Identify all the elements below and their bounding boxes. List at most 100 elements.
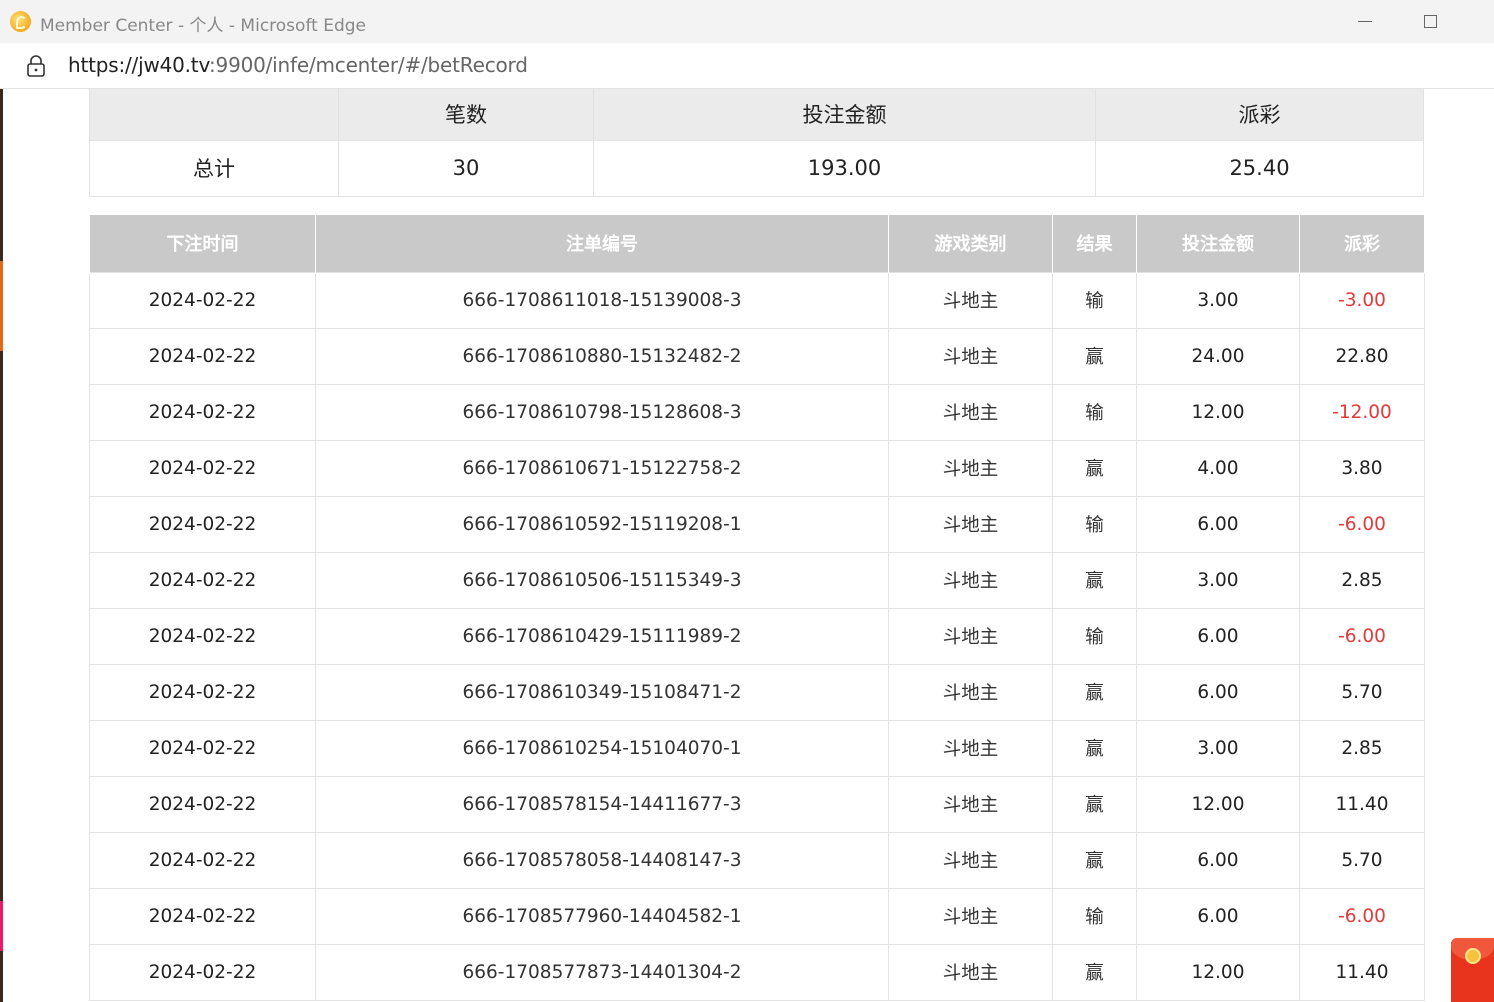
table-row[interactable]: 2024-02-22 666-1708578154-14411677-3 斗地主赢 1… [89, 775, 1425, 833]
bet-time-cell: 2024-02-22 [89, 943, 316, 1001]
summary-header-cell: 投注金额 [593, 89, 1096, 140]
table-row[interactable]: 2024-02-22 666-1708610671-15122758-2 斗地主赢 4… [89, 439, 1425, 497]
game-type-cell: 斗地主 [888, 271, 1053, 329]
bet-time-cell: 2024-02-22 [89, 775, 316, 833]
order-no-cell: 666-1708610506-15115349-3 [315, 551, 889, 609]
payout-cell: 2.85 [1299, 719, 1425, 777]
table-row[interactable]: 2024-02-22 666-1708611018-15139008-3 斗地主输 3… [89, 271, 1425, 329]
app-logo-icon [10, 11, 31, 32]
payout-cell: -3.00 [1299, 271, 1425, 329]
bet-header-row: 下注时间 注单编号 游戏类别 结果 投注金额 派彩 [89, 215, 1425, 272]
table-row[interactable]: 2024-02-22 666-1708577873-14401304-2 斗地主赢 1… [89, 943, 1425, 1001]
bet-time-cell: 2024-02-22 [89, 887, 316, 945]
result-cell: 输 [1052, 383, 1137, 441]
table-row[interactable]: 2024-02-22 666-1708610349-15108471-2 斗地主赢 6… [89, 663, 1425, 721]
column-header-order-no[interactable]: 注单编号 [315, 215, 889, 272]
window-titlebar: Member Center - 个人 - Microsoft Edge [0, 0, 1494, 43]
result-cell: 赢 [1052, 943, 1137, 1001]
column-header-payout[interactable]: 派彩 [1299, 215, 1425, 272]
bet-amount-cell: 6.00 [1136, 607, 1300, 665]
bet-amount-cell: 12.00 [1136, 383, 1300, 441]
order-no-cell: 666-1708610592-15119208-1 [315, 495, 889, 553]
payout-cell: 22.80 [1299, 327, 1425, 385]
game-type-cell: 斗地主 [888, 327, 1053, 385]
game-type-cell: 斗地主 [888, 383, 1053, 441]
bet-amount-cell: 6.00 [1136, 663, 1300, 721]
order-no-cell: 666-1708610429-15111989-2 [315, 607, 889, 665]
payout-cell: 2.85 [1299, 551, 1425, 609]
url-text[interactable]: https://jw40.tv:9900/infe/mcenter/#/betR… [68, 53, 528, 77]
lock-icon[interactable] [26, 54, 46, 78]
bet-amount-cell: 6.00 [1136, 495, 1300, 553]
table-row[interactable]: 2024-02-22 666-1708610798-15128608-3 斗地主输 1… [89, 383, 1425, 441]
order-no-cell: 666-1708577960-14404582-1 [315, 887, 889, 945]
bet-time-cell: 2024-02-22 [89, 607, 316, 665]
result-cell: 输 [1052, 495, 1137, 553]
bet-amount-cell: 3.00 [1136, 551, 1300, 609]
column-header-game-type[interactable]: 游戏类别 [888, 215, 1053, 272]
bet-amount-cell: 12.00 [1136, 943, 1300, 1001]
order-no-cell: 666-1708611018-15139008-3 [315, 271, 889, 329]
bet-time-cell: 2024-02-22 [89, 551, 316, 609]
summary-total-row: 总计 30 193.00 25.40 [89, 139, 1424, 197]
result-cell: 输 [1052, 887, 1137, 945]
table-row[interactable]: 2024-02-22 666-1708610254-15104070-1 斗地主赢 3… [89, 719, 1425, 777]
payout-cell: -6.00 [1299, 607, 1425, 665]
order-no-cell: 666-1708610798-15128608-3 [315, 383, 889, 441]
summary-header-cell: 派彩 [1095, 89, 1424, 140]
table-row[interactable]: 2024-02-22 666-1708610506-15115349-3 斗地主赢 3… [89, 551, 1425, 609]
table-row[interactable]: 2024-02-22 666-1708610880-15132482-2 斗地主赢 2… [89, 327, 1425, 385]
payout-cell: 11.40 [1299, 775, 1425, 833]
game-type-cell: 斗地主 [888, 607, 1053, 665]
order-no-cell: 666-1708578058-14408147-3 [315, 831, 889, 889]
table-row[interactable]: 2024-02-22 666-1708610592-15119208-1 斗地主输 6… [89, 495, 1425, 553]
bet-amount-cell: 3.00 [1136, 271, 1300, 329]
table-row[interactable]: 2024-02-22 666-1708578058-14408147-3 斗地主赢 6… [89, 831, 1425, 889]
bet-time-cell: 2024-02-22 [89, 439, 316, 497]
game-type-cell: 斗地主 [888, 831, 1053, 889]
bet-amount-cell: 6.00 [1136, 831, 1300, 889]
game-type-cell: 斗地主 [888, 887, 1053, 945]
game-type-cell: 斗地主 [888, 719, 1053, 777]
summary-label: 总计 [89, 139, 339, 197]
window-title: Member Center - 个人 - Microsoft Edge [40, 16, 366, 36]
bet-amount-cell: 6.00 [1136, 887, 1300, 945]
summary-count: 30 [338, 139, 594, 197]
column-header-result[interactable]: 结果 [1052, 215, 1137, 272]
bet-time-cell: 2024-02-22 [89, 495, 316, 553]
order-no-cell: 666-1708578154-14411677-3 [315, 775, 889, 833]
column-header-bet-amount[interactable]: 投注金额 [1136, 215, 1300, 272]
payout-cell: -6.00 [1299, 495, 1425, 553]
result-cell: 赢 [1052, 327, 1137, 385]
result-cell: 赢 [1052, 551, 1137, 609]
red-packet-icon[interactable] [1451, 938, 1494, 1002]
payout-cell: -12.00 [1299, 383, 1425, 441]
bet-time-cell: 2024-02-22 [89, 327, 316, 385]
minimize-icon[interactable] [1342, 0, 1388, 43]
summary-table: 笔数 投注金额 派彩 总计 30 193.00 25.40 [89, 89, 1424, 197]
table-row[interactable]: 2024-02-22 666-1708577960-14404582-1 斗地主输 6… [89, 887, 1425, 945]
column-header-bet-time[interactable]: 下注时间 [89, 215, 316, 272]
bet-amount-cell: 4.00 [1136, 439, 1300, 497]
result-cell: 赢 [1052, 719, 1137, 777]
game-type-cell: 斗地主 [888, 775, 1053, 833]
summary-bet-amount: 193.00 [593, 139, 1096, 197]
order-no-cell: 666-1708610880-15132482-2 [315, 327, 889, 385]
summary-header-row: 笔数 投注金额 派彩 [89, 89, 1424, 140]
summary-header-cell: 笔数 [338, 89, 594, 140]
payout-cell: 3.80 [1299, 439, 1425, 497]
summary-payout: 25.40 [1095, 139, 1424, 197]
game-type-cell: 斗地主 [888, 439, 1053, 497]
table-row[interactable]: 2024-02-22 666-1708610429-15111989-2 斗地主输 6… [89, 607, 1425, 665]
game-type-cell: 斗地主 [888, 495, 1053, 553]
result-cell: 赢 [1052, 775, 1137, 833]
address-bar[interactable]: https://jw40.tv:9900/infe/mcenter/#/betR… [0, 43, 1494, 89]
game-type-cell: 斗地主 [888, 663, 1053, 721]
order-no-cell: 666-1708577873-14401304-2 [315, 943, 889, 1001]
result-cell: 输 [1052, 607, 1137, 665]
result-cell: 输 [1052, 271, 1137, 329]
bet-amount-cell: 3.00 [1136, 719, 1300, 777]
maximize-icon[interactable] [1408, 0, 1454, 43]
bet-amount-cell: 12.00 [1136, 775, 1300, 833]
close-button[interactable] [1470, 0, 1494, 43]
